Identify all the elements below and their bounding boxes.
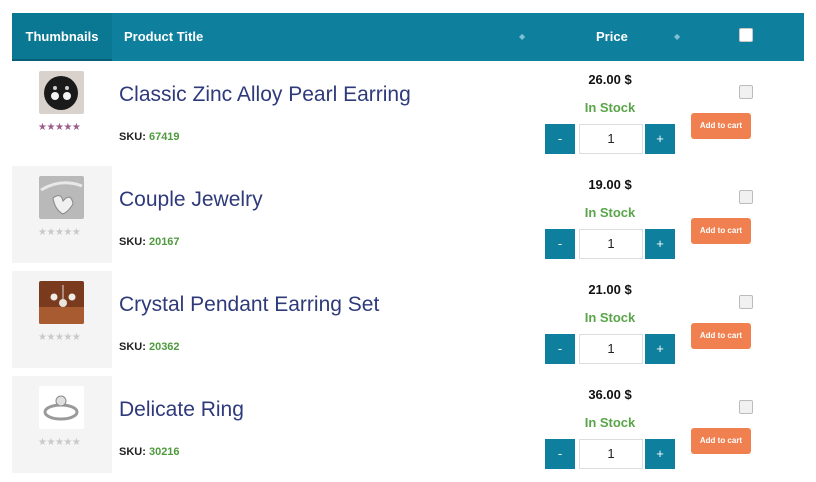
table-row: ★★★★★ Classic Zinc Alloy Pearl Earring S… [12,61,804,166]
thumbnail-cell: ★★★★★ [12,61,112,158]
row-checkbox[interactable] [739,85,753,99]
sort-title-icon[interactable]: ◆ [519,13,525,61]
header-thumbnails: Thumbnails [12,13,112,61]
thumbnail-cell: ★★★★★ [12,376,112,473]
qty-plus-button[interactable]: + [645,334,675,364]
price: 26.00 $ [588,72,632,87]
sku: SKU: 20362 [119,341,180,353]
qty-minus-button[interactable]: - [545,229,575,259]
sku: SKU: 30216 [119,446,180,458]
product-title[interactable]: Delicate Ring [119,398,244,422]
row-checkbox[interactable] [739,295,753,309]
table-header: Thumbnails Product Title ◆ Price ◆ [12,13,804,61]
pearl-earring-image[interactable] [39,71,84,114]
add-to-cart-button[interactable]: Add to cart [691,323,751,349]
table-row: ★★★★★ Couple Jewelry SKU: 20167 19.00 $ … [12,166,804,271]
add-to-cart-button[interactable]: Add to cart [691,113,751,139]
stock-status: In Stock [584,205,636,220]
sort-price-icon[interactable]: ◆ [674,13,680,61]
thumbnail-cell: ★★★★★ [12,271,112,368]
rating-stars: ★★★★★ [38,227,81,238]
add-to-cart-button[interactable]: Add to cart [691,218,751,244]
product-title[interactable]: Crystal Pendant Earring Set [119,293,379,317]
stock-status: In Stock [584,100,636,115]
stock-status: In Stock [584,415,636,430]
qty-minus-button[interactable]: - [545,439,575,469]
row-checkbox[interactable] [739,190,753,204]
quantity-stepper: - 1 + [545,334,675,364]
quantity-stepper: - 1 + [545,229,675,259]
product-title[interactable]: Couple Jewelry [119,188,263,212]
table-row: ★★★★★ Delicate Ring SKU: 30216 36.00 $ I… [12,376,804,481]
price: 36.00 $ [588,387,632,402]
add-to-cart-button[interactable]: Add to cart [691,428,751,454]
stock-status: In Stock [584,310,636,325]
qty-minus-button[interactable]: - [545,334,575,364]
price: 19.00 $ [588,177,632,192]
qty-plus-button[interactable]: + [645,124,675,154]
rating-stars: ★★★★★ [38,122,81,133]
rating-stars: ★★★★★ [38,437,81,448]
qty-input[interactable]: 1 [579,124,643,154]
qty-minus-button[interactable]: - [545,124,575,154]
quantity-stepper: - 1 + [545,439,675,469]
qty-input[interactable]: 1 [579,229,643,259]
table-row: ★★★★★ Crystal Pendant Earring Set SKU: 2… [12,271,804,376]
qty-input[interactable]: 1 [579,334,643,364]
product-title[interactable]: Classic Zinc Alloy Pearl Earring [119,83,411,107]
select-all-checkbox[interactable] [739,28,753,42]
rating-stars: ★★★★★ [38,332,81,343]
ring-image[interactable] [39,386,84,429]
thumbnail-cell: ★★★★★ [12,166,112,263]
row-checkbox[interactable] [739,400,753,414]
qty-plus-button[interactable]: + [645,229,675,259]
sku: SKU: 20167 [119,236,180,248]
header-product-title[interactable]: Product Title [124,13,203,61]
price: 21.00 $ [588,282,632,297]
heart-pendant-image[interactable] [39,176,84,219]
sku: SKU: 67419 [119,131,180,143]
quantity-stepper: - 1 + [545,124,675,154]
qty-plus-button[interactable]: + [645,439,675,469]
qty-input[interactable]: 1 [579,439,643,469]
header-price[interactable]: Price [596,13,628,61]
product-table: Thumbnails Product Title ◆ Price ◆ ★★★★★ [12,13,804,481]
crystal-earring-set-image[interactable] [39,281,84,324]
